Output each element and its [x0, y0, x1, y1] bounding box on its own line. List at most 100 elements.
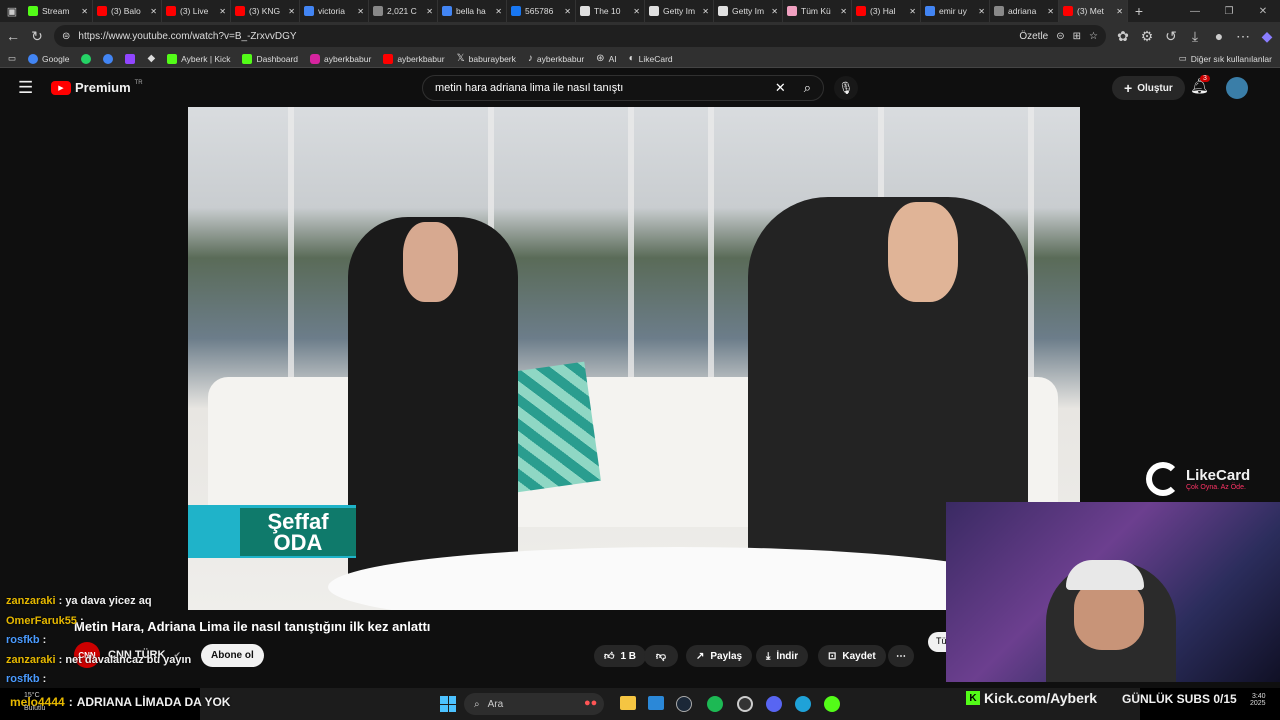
tab-close-icon[interactable]: ✕ — [1116, 7, 1123, 16]
browser-tab[interactable]: victoria ✕ — [300, 0, 369, 22]
share-button[interactable]: ↗ Paylaş — [686, 645, 753, 667]
hamburger-menu-icon[interactable]: ☰ — [18, 78, 33, 98]
share-label: Paylaş — [710, 650, 743, 662]
twitch-icon[interactable] — [125, 53, 136, 64]
bookmark-youtube[interactable]: ayberkbabur — [383, 53, 445, 64]
tab-close-icon[interactable]: ✕ — [978, 7, 985, 16]
browser-tab[interactable]: Stream ✕ — [24, 0, 93, 22]
tab-close-icon[interactable]: ✕ — [288, 7, 295, 16]
address-bar[interactable]: ⊜ https://www.youtube.com/watch?v=B_-Zrx… — [54, 25, 1106, 47]
browser-tab[interactable]: Getty Im ✕ — [714, 0, 783, 22]
extensions-icon[interactable]: ✿ — [1116, 28, 1130, 45]
tab-close-icon[interactable]: ✕ — [771, 7, 778, 16]
bookmark-tiktok[interactable]: ♪ ayberkbabur — [528, 53, 584, 64]
browser-tab[interactable]: emir uy ✕ — [921, 0, 990, 22]
back-button[interactable]: ← — [6, 28, 20, 44]
browser-tab[interactable]: 2,021 C ✕ — [369, 0, 438, 22]
save-button[interactable]: ⊡ Kaydet — [818, 645, 886, 667]
more-menu-icon[interactable]: ⋯ — [1236, 28, 1250, 45]
tab-close-icon[interactable]: ✕ — [633, 7, 640, 16]
summarize-button[interactable]: Özetle — [1019, 31, 1048, 42]
whatsapp-icon[interactable] — [81, 53, 92, 64]
tab-close-icon[interactable]: ✕ — [909, 7, 916, 16]
start-button[interactable] — [440, 696, 456, 712]
history-icon[interactable]: ↺ — [1164, 28, 1178, 45]
profile-icon[interactable]: ● — [1212, 28, 1226, 44]
spotify-icon[interactable] — [707, 696, 723, 712]
clear-search-icon[interactable]: ✕ — [775, 80, 786, 96]
new-tab-button[interactable]: + — [1128, 3, 1150, 19]
downloads-icon[interactable]: ⤓ — [1188, 28, 1202, 45]
subscribe-button[interactable]: Abone ol — [201, 643, 264, 667]
voice-search-icon[interactable]: 🎙︎ — [834, 76, 858, 100]
bookmark-instagram[interactable]: ayberkbabur — [310, 53, 371, 64]
obs-icon[interactable] — [737, 696, 753, 712]
edge-icon[interactable] — [795, 696, 811, 712]
clock[interactable]: 3:40 2025 — [1250, 693, 1266, 707]
bookmark-dashboard[interactable]: Dashboard — [242, 53, 298, 64]
youtube-logo[interactable]: ▶ Premium TR — [51, 80, 143, 95]
kick-app-icon[interactable] — [824, 696, 840, 712]
tab-close-icon[interactable]: ✕ — [219, 7, 226, 16]
tab-close-icon[interactable]: ✕ — [150, 7, 157, 16]
like-button[interactable]: 👍︎ 1 B — [594, 645, 647, 667]
address-toolbar: ← ↻ ⊜ https://www.youtube.com/watch?v=B_… — [0, 22, 1280, 50]
tab-close-icon[interactable]: ✕ — [1047, 7, 1054, 16]
tab-favicon-icon — [97, 6, 107, 16]
create-button[interactable]: + Oluştur — [1112, 76, 1185, 100]
browser-tab[interactable]: (3) Live ✕ — [162, 0, 231, 22]
photos-icon[interactable] — [648, 696, 664, 710]
browser-tab[interactable]: Getty Im ✕ — [645, 0, 714, 22]
bookmark-x[interactable]: 𝕏baburayberk — [457, 53, 516, 64]
search-input[interactable]: metin hara adriana lima ile nasıl tanışt… — [435, 82, 775, 94]
tab-close-icon[interactable]: ✕ — [702, 7, 709, 16]
tab-close-icon[interactable]: ✕ — [840, 7, 847, 16]
bookmark-kick[interactable]: Ayberk | Kick — [167, 53, 230, 64]
browser-tab[interactable]: (3) KNG ✕ — [231, 0, 300, 22]
read-aloud-icon[interactable]: ⊝ — [1056, 31, 1064, 42]
browser-tab[interactable]: The 10 ✕ — [576, 0, 645, 22]
reload-button[interactable]: ↻ — [30, 28, 44, 45]
partial-chip[interactable]: Tü — [928, 632, 947, 652]
tab-close-icon[interactable]: ✕ — [426, 7, 433, 16]
tab-close-icon[interactable]: ✕ — [357, 7, 364, 16]
browser-tab[interactable]: Tüm Kü ✕ — [783, 0, 852, 22]
bookmark-likecard[interactable]: ◐ LikeCard — [629, 53, 673, 64]
file-explorer-icon[interactable] — [620, 696, 636, 710]
weather-widget[interactable]: 15°C Bulutlu — [24, 692, 45, 712]
browser-tab[interactable]: adriana ✕ — [990, 0, 1059, 22]
search-box[interactable]: metin hara adriana lima ile nasıl tanışt… — [422, 75, 824, 101]
diamond-icon[interactable]: ◆ — [147, 53, 155, 64]
discord-icon[interactable] — [766, 696, 782, 712]
close-window-button[interactable]: ✕ — [1246, 6, 1280, 17]
bookmark-google[interactable]: Google — [28, 53, 69, 64]
other-bookmarks[interactable]: ▭ Diğer sık kullanılanlar — [1179, 53, 1272, 64]
browser-tab[interactable]: 565786 ✕ — [507, 0, 576, 22]
taskbar-search[interactable]: ⌕ Ara — [464, 693, 604, 715]
google-icon[interactable] — [103, 53, 114, 64]
bookmarks-menu-icon[interactable]: ▭ — [8, 53, 16, 64]
tab-close-icon[interactable]: ✕ — [81, 7, 88, 16]
favorite-star-icon[interactable]: ☆ — [1089, 31, 1098, 42]
site-info-icon[interactable]: ⊜ — [62, 31, 70, 42]
search-icon[interactable]: ⌕ — [804, 80, 811, 96]
minimize-button[interactable]: — — [1178, 6, 1212, 17]
browser-tab[interactable]: (3) Hal ✕ — [852, 0, 921, 22]
split-screen-icon[interactable]: ⊞ — [1073, 31, 1081, 42]
steam-icon[interactable] — [676, 696, 692, 712]
fruit-icon[interactable]: ●● — [584, 697, 597, 709]
dislike-button[interactable]: 👎︎ — [644, 645, 678, 667]
more-actions-button[interactable]: ⋯ — [888, 645, 914, 667]
bookmark-ai[interactable]: ⊛ AI — [596, 53, 616, 64]
tab-close-icon[interactable]: ✕ — [495, 7, 502, 16]
browser-tab[interactable]: bella ha ✕ — [438, 0, 507, 22]
tab-close-icon[interactable]: ✕ — [564, 7, 571, 16]
copilot-icon[interactable]: ◆ — [1260, 28, 1274, 45]
browser-tab[interactable]: (3) Balo ✕ — [93, 0, 162, 22]
download-button[interactable]: ⤓ İndir — [756, 645, 809, 667]
account-avatar[interactable] — [1226, 77, 1248, 99]
performance-icon[interactable]: ⚙ — [1140, 28, 1154, 45]
browser-tab[interactable]: (3) Met ✕ — [1059, 0, 1128, 22]
window-menu-icon[interactable]: ▣ — [0, 5, 24, 18]
maximize-button[interactable]: ❐ — [1212, 6, 1246, 17]
